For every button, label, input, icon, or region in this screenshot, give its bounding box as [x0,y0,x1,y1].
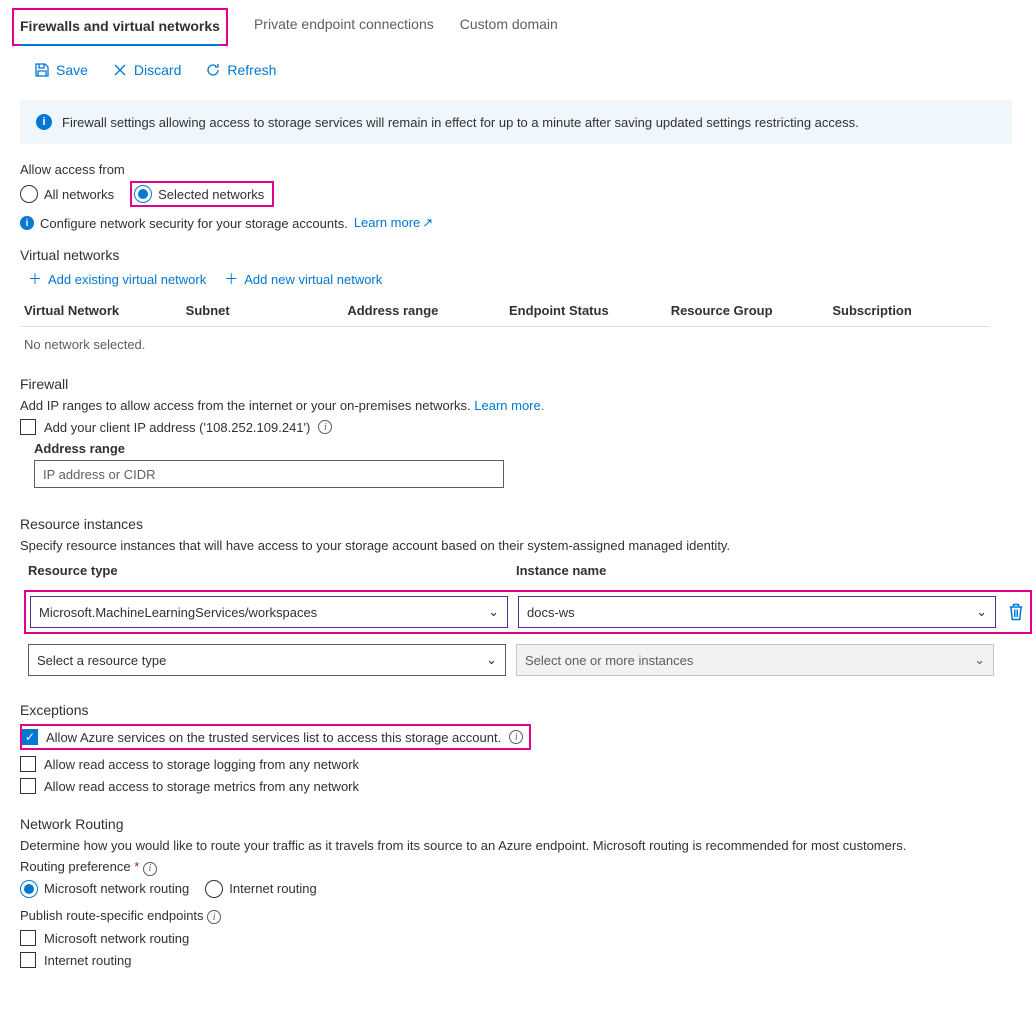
col-resource-type: Resource type [28,563,506,580]
tab-custom-domain[interactable]: Custom domain [460,8,558,46]
virtual-networks-heading: Virtual networks [20,247,1012,263]
info-icon[interactable]: i [318,420,332,434]
tab-firewalls-highlight: Firewalls and virtual networks [12,8,228,46]
resource-type-select-1[interactable]: Microsoft.MachineLearningServices/worksp… [30,596,508,628]
instance-name-select-2: Select one or more instances ⌄ [516,644,994,676]
close-icon [112,62,128,78]
tab-firewalls[interactable]: Firewalls and virtual networks [20,10,220,46]
exception-logging-label: Allow read access to storage logging fro… [44,757,359,772]
col-endpoint: Endpoint Status [505,303,667,318]
add-existing-vnet-button[interactable]: ＋Add existing virtual network [28,269,206,289]
firewall-heading: Firewall [20,376,1012,392]
info-banner: i Firewall settings allowing access to s… [20,100,1012,144]
publish-endpoints-label: Publish route-specific endpoints i [20,908,1012,925]
exceptions-heading: Exceptions [20,702,1012,718]
add-client-ip-checkbox[interactable] [20,419,36,435]
discard-label: Discard [134,62,181,78]
address-range-input[interactable] [34,460,504,488]
radio-all-networks[interactable]: All networks [20,185,114,203]
tabs-bar: Firewalls and virtual networks Private e… [0,0,1032,46]
radio-ms-routing[interactable]: Microsoft network routing [20,880,189,898]
col-instance-name: Instance name [516,563,994,580]
exception-trusted-label: Allow Azure services on the trusted serv… [46,730,501,745]
trusted-services-highlight: Allow Azure services on the trusted serv… [20,724,531,750]
resource-instances-heading: Resource instances [20,516,1012,532]
info-icon[interactable]: i [143,862,157,876]
radio-selected-networks[interactable]: Selected networks [134,185,264,203]
plus-icon: ＋ [224,269,238,289]
exception-metrics-label: Allow read access to storage metrics fro… [44,779,359,794]
refresh-label: Refresh [227,62,276,78]
routing-pref-label: Routing preference * i [20,859,1012,876]
resource-row-highlight: Microsoft.MachineLearningServices/worksp… [24,590,1032,634]
col-vn: Virtual Network [20,303,182,318]
delete-icon[interactable] [1006,602,1026,622]
vnet-table-header: Virtual Network Subnet Address range End… [20,297,990,324]
publish-ms-label: Microsoft network routing [44,931,189,946]
access-radio-group: All networks Selected networks [20,181,1012,207]
discard-button[interactable]: Discard [102,58,191,82]
allow-access-label: Allow access from [20,162,1012,177]
info-icon[interactable]: i [207,910,221,924]
publish-internet-checkbox[interactable] [20,952,36,968]
add-client-ip-label: Add your client IP address ('108.252.109… [44,420,310,435]
tab-private-endpoint[interactable]: Private endpoint connections [254,8,434,46]
info-icon: i [36,114,52,130]
firewall-learn-more-link[interactable]: Learn more. [474,398,544,413]
col-rg: Resource Group [667,303,829,318]
routing-desc: Determine how you would like to route yo… [20,838,1012,853]
chevron-down-icon: ⌄ [974,652,985,668]
radio-selected-label: Selected networks [158,187,264,202]
vnet-empty: No network selected. [20,329,990,360]
resource-type-select-2[interactable]: Select a resource type ⌄ [28,644,506,676]
instance-name-select-1[interactable]: docs-ws ⌄ [518,596,996,628]
info-icon[interactable]: i [509,730,523,744]
refresh-icon [205,62,221,78]
save-label: Save [56,62,88,78]
refresh-button[interactable]: Refresh [195,58,286,82]
network-hint-text: Configure network security for your stor… [40,216,348,231]
external-link-icon: ↗ [422,215,433,230]
learn-more-link[interactable]: Learn more↗ [354,215,433,231]
col-sub: Subscription [828,303,990,318]
exception-logging-checkbox[interactable] [20,756,36,772]
chevron-down-icon: ⌄ [486,652,497,668]
save-button[interactable]: Save [24,58,98,82]
publish-ms-checkbox[interactable] [20,930,36,946]
save-icon [34,62,50,78]
plus-icon: ＋ [28,269,42,289]
chevron-down-icon: ⌄ [976,604,987,620]
col-range: Address range [343,303,505,318]
chevron-down-icon: ⌄ [488,604,499,620]
add-new-vnet-button[interactable]: ＋Add new virtual network [224,269,382,289]
info-icon: i [20,216,34,230]
address-range-label: Address range [34,441,1012,456]
firewall-desc: Add IP ranges to allow access from the i… [20,398,1012,413]
toolbar: Save Discard Refresh [0,46,1032,90]
exception-trusted-checkbox[interactable] [22,729,38,745]
exception-metrics-checkbox[interactable] [20,778,36,794]
network-hint-row: i Configure network security for your st… [20,215,1012,231]
publish-internet-label: Internet routing [44,953,131,968]
info-banner-text: Firewall settings allowing access to sto… [62,115,859,130]
resource-desc: Specify resource instances that will hav… [20,538,1012,553]
selected-networks-highlight: Selected networks [130,181,274,207]
network-routing-heading: Network Routing [20,816,1012,832]
radio-all-label: All networks [44,187,114,202]
radio-internet-routing[interactable]: Internet routing [205,880,316,898]
col-subnet: Subnet [182,303,344,318]
